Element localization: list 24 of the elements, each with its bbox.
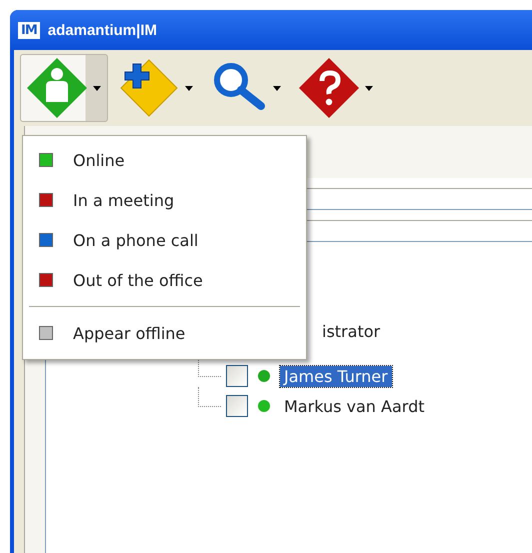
menu-item-label: Appear offline bbox=[73, 324, 186, 342]
menu-item-label: Online bbox=[73, 150, 125, 170]
menu-item-label: Out of the office bbox=[73, 270, 203, 290]
checkbox[interactable] bbox=[226, 395, 248, 417]
checkbox[interactable] bbox=[226, 365, 248, 387]
caret-icon bbox=[365, 86, 373, 90]
status-button[interactable] bbox=[20, 54, 108, 122]
menu-item[interactable]: In a meeting bbox=[23, 180, 306, 220]
tree-item[interactable]: istrator bbox=[322, 322, 532, 341]
menu-item[interactable]: On a phone call bbox=[23, 220, 306, 260]
contact-item[interactable]: James Turner bbox=[280, 366, 392, 386]
person-icon bbox=[25, 56, 89, 120]
caret-icon bbox=[93, 86, 101, 90]
menu-item-label: In a meeting bbox=[73, 190, 174, 210]
app-logo-icon: IM bbox=[18, 22, 40, 38]
contact-item[interactable]: Markus van Aardt bbox=[280, 396, 428, 416]
caret-icon bbox=[273, 86, 281, 90]
window-title: adamantium|IM bbox=[48, 22, 157, 38]
menu-item[interactable]: Out of the office bbox=[23, 260, 306, 300]
menu-item[interactable]: Appear offline bbox=[23, 313, 306, 353]
help-icon bbox=[297, 56, 361, 120]
menu-item[interactable]: Online bbox=[23, 140, 306, 180]
menu-item-label: On a phone call bbox=[73, 230, 198, 250]
caret-icon bbox=[185, 86, 193, 90]
